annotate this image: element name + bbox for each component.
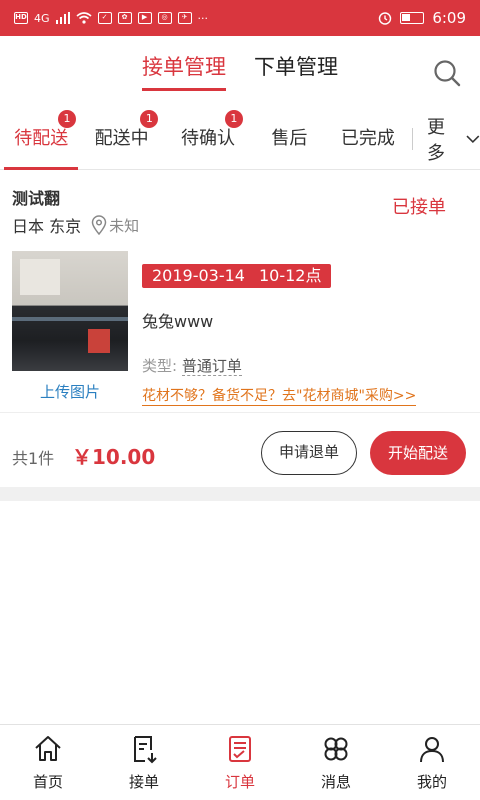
app-notification-icon: ✿ <box>117 12 132 24</box>
order-card: 测试翻 已接单 日本 东京 未知 上传图片 2019-03-14 10-12点 … <box>0 171 480 487</box>
app-screen: HD 4G ✓ ✿ ▶ ◎ ✈ ··· 6:09 接单管理 下单管理 待配送 1 <box>0 0 480 800</box>
item-count: 共1件 <box>12 449 55 468</box>
customer-name: 测试翻 <box>12 189 61 208</box>
request-refund-button[interactable]: 申请退单 <box>261 431 357 475</box>
count-badge: 1 <box>140 109 159 128</box>
card-divider <box>0 412 480 413</box>
nav-profile[interactable]: 我的 <box>384 725 480 800</box>
tab-place-orders[interactable]: 下单管理 <box>254 51 338 85</box>
order-type-value: 普通订单 <box>181 357 242 376</box>
receive-order-icon <box>134 736 157 764</box>
more-label: 更多 <box>427 116 446 164</box>
status-tab-label: 售后 <box>271 127 308 149</box>
order-photo[interactable] <box>12 251 128 371</box>
nav-label: 我的 <box>416 773 447 791</box>
clock: 6:09 <box>432 9 466 27</box>
status-tab-pending-delivery[interactable]: 待配送 1 <box>0 108 82 170</box>
nav-orders[interactable]: 订单 <box>192 725 288 800</box>
start-delivery-button[interactable]: 开始配送 <box>370 431 466 475</box>
upload-photo-link[interactable]: 上传图片 <box>12 381 128 402</box>
order-price: ￥10.00 <box>72 445 156 469</box>
photo-window-detail <box>20 259 60 295</box>
more-notifications-icon: ··· <box>197 11 209 25</box>
app-notification-icon: ◎ <box>157 12 172 24</box>
signal-icon <box>55 12 70 24</box>
app-notification-icon: ▶ <box>137 12 152 24</box>
status-tab-to-confirm[interactable]: 待确认 1 <box>161 108 255 170</box>
status-tab-label: 已完成 <box>340 127 395 149</box>
chevron-down-icon <box>466 135 480 143</box>
wifi-icon <box>76 12 92 24</box>
more-tabs-button[interactable]: 更多 <box>413 113 480 165</box>
tab-receive-orders[interactable]: 接单管理 <box>142 51 226 91</box>
search-icon[interactable] <box>432 58 462 88</box>
order-list-icon <box>229 736 251 762</box>
network-label: 4G <box>34 11 50 25</box>
location-text: 日本 东京 <box>12 217 82 236</box>
home-icon <box>35 736 61 761</box>
nav-home[interactable]: 首页 <box>0 725 96 800</box>
count-badge: 1 <box>224 109 243 128</box>
order-status-tabs: 待配送 1 配送中 1 待确认 1 售后 已完成 更多 <box>0 108 480 170</box>
status-tab-label: 配送中 <box>94 127 149 149</box>
battery-icon <box>400 12 425 24</box>
delivery-date-tag: 2019-03-14 10-12点 <box>142 264 332 288</box>
alarm-icon <box>379 12 392 25</box>
nav-messages[interactable]: 消息 <box>288 725 384 800</box>
status-bar-right: 6:09 <box>378 9 466 27</box>
app-notification-icon: ✓ <box>97 12 112 24</box>
location-unknown-text: 未知 <box>109 216 140 235</box>
delivery-location: 日本 东京 未知 <box>12 213 139 237</box>
status-bar: HD 4G ✓ ✿ ▶ ◎ ✈ ··· 6:09 <box>0 0 480 36</box>
nav-receive-order[interactable]: 接单 <box>96 725 192 800</box>
delivery-time-slot: 10-12点 <box>258 266 322 285</box>
order-type-label: 类型: <box>142 357 178 375</box>
product-name: 兔兔www <box>142 312 214 331</box>
nav-label: 首页 <box>32 773 63 791</box>
profile-icon <box>420 737 444 763</box>
bottom-navigation: 首页 接单 订单 消息 我的 <box>0 724 480 800</box>
status-tab-delivering[interactable]: 配送中 1 <box>82 108 160 170</box>
count-badge: 1 <box>58 109 76 128</box>
status-tab-label: 待配送 <box>14 127 69 149</box>
app-notification-icon: ✈ <box>177 12 192 24</box>
delivery-date: 2019-03-14 <box>152 266 245 285</box>
list-separator <box>0 487 480 501</box>
order-status-label: 已接单 <box>392 197 446 218</box>
nav-label: 消息 <box>320 773 351 791</box>
status-tab-after-sales[interactable]: 售后 <box>255 108 324 170</box>
photo-desk-detail <box>12 317 128 321</box>
location-unknown[interactable]: 未知 <box>91 215 139 236</box>
message-icon <box>324 737 348 761</box>
flower-mall-promo-link[interactable]: 花材不够？备货不足？去"花材商城"采购>> <box>142 385 417 406</box>
hd-icon: HD <box>14 12 28 24</box>
status-bar-left: HD 4G ✓ ✿ ▶ ◎ ✈ ··· <box>14 12 208 25</box>
nav-label: 接单 <box>128 773 159 791</box>
location-pin-icon <box>91 215 107 235</box>
header-tabs: 接单管理 下单管理 <box>0 36 480 100</box>
nav-label: 订单 <box>224 773 255 791</box>
order-type: 类型: 普通订单 <box>142 355 242 376</box>
status-tab-label: 待确认 <box>180 127 235 149</box>
photo-red-detail <box>88 329 110 353</box>
status-tab-completed[interactable]: 已完成 <box>324 108 412 170</box>
